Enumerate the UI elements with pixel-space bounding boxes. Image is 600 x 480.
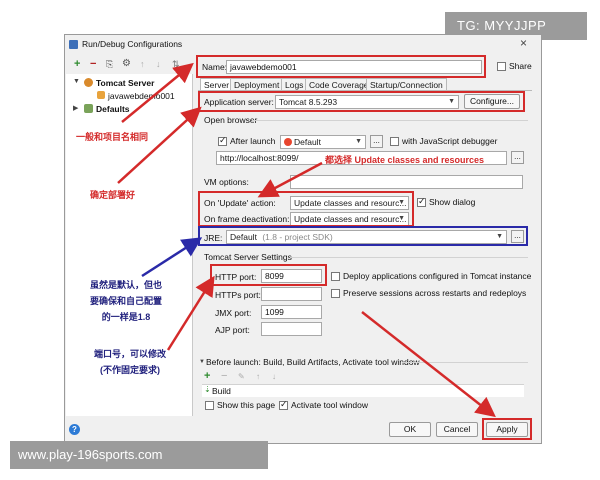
watermark-bottom: www.play-196sports.com [10,441,268,469]
annotation-confirm-deploy: 确定部署好 [90,190,136,200]
arrow-to-apply [361,311,496,418]
arrow-to-update [257,161,323,198]
annotation-select-update: 都选择 Update classes and resources [325,155,485,165]
annotation-arrows [117,62,496,418]
arrow-to-name [121,62,194,123]
annotation-port-note: 端口号，可以修改 (不作固定要求) [80,346,180,378]
annotation-same-as-project: 一般和项目名相同 [76,132,149,142]
arrow-to-jre [141,237,203,278]
jre-note-line-3: 的一样是1.8 [101,312,151,322]
port-note-line-2: (不作固定要求) [100,365,160,375]
jre-note-line-1: 虽然是默认，但也 [89,280,162,290]
annotation-jre-note: 虽然是默认，但也 要确保和自己配置 的一样是1.8 [70,277,182,325]
jre-note-line-2: 要确保和自己配置 [89,296,162,306]
arrow-to-app-server [117,106,202,184]
port-note-line-1: 端口号，可以修改 [93,349,166,359]
